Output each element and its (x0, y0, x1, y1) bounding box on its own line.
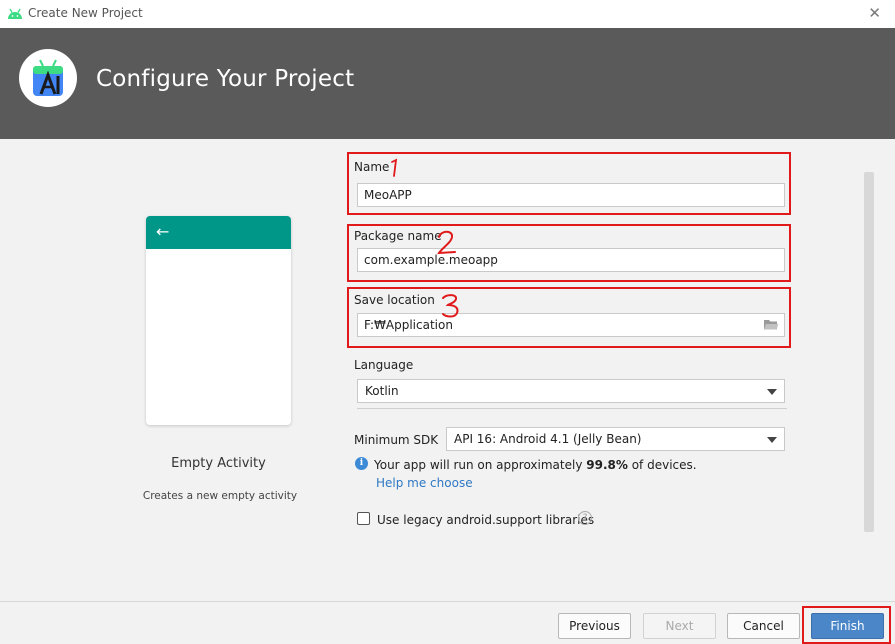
logo-container (19, 49, 77, 107)
preview-toolbar: ← (146, 216, 291, 249)
legacy-support-checkbox[interactable] (357, 512, 370, 525)
section-divider (357, 408, 787, 409)
language-value: Kotlin (365, 384, 399, 398)
info-suffix: of devices. (631, 458, 697, 472)
coverage-percent: 99.8% (586, 458, 628, 472)
finish-button[interactable]: Finish (811, 613, 884, 639)
help-me-choose-link[interactable]: Help me choose (376, 476, 473, 490)
template-preview: ← (146, 216, 291, 425)
template-description: Creates a new empty activity (142, 490, 298, 502)
annotation-number-1 (391, 158, 398, 177)
minimum-sdk-select[interactable]: API 16: Android 4.1 (Jelly Bean) (446, 427, 785, 451)
window-title: Create New Project (28, 6, 143, 20)
form-scrollbar[interactable] (864, 172, 874, 532)
name-input[interactable]: MeoAPP (357, 183, 785, 207)
window-titlebar: Create New Project ✕ (0, 0, 895, 28)
android-studio-icon (33, 59, 63, 96)
legacy-support-label[interactable]: Use legacy android.support libraries (377, 513, 594, 527)
package-name-label: Package name (354, 229, 442, 243)
page-title: Configure Your Project (96, 66, 355, 92)
question-mark-icon[interactable]: ? (578, 511, 592, 525)
header-banner: Configure Your Project (0, 28, 895, 139)
info-icon: i (355, 457, 368, 470)
device-coverage-text: Your app will run on approximately 99.8%… (374, 458, 697, 472)
back-arrow-icon: ← (156, 222, 170, 241)
chevron-down-icon (767, 437, 777, 443)
template-title: Empty Activity (171, 456, 266, 471)
name-label: Name (354, 160, 390, 174)
android-icon (8, 8, 22, 19)
folder-open-icon[interactable] (763, 318, 779, 331)
cancel-button[interactable]: Cancel (727, 613, 800, 639)
save-location-input[interactable]: F:₩Application (357, 313, 785, 337)
previous-button[interactable]: Previous (558, 613, 631, 639)
minimum-sdk-value: API 16: Android 4.1 (Jelly Bean) (454, 432, 642, 446)
package-name-input[interactable]: com.example.meoapp (357, 248, 785, 272)
save-location-label: Save location (354, 293, 435, 307)
language-select[interactable]: Kotlin (357, 379, 785, 403)
info-prefix: Your app will run on approximately (374, 458, 583, 472)
next-button[interactable]: Next (643, 613, 716, 639)
close-icon[interactable]: ✕ (868, 4, 881, 22)
language-label: Language (354, 358, 414, 372)
minimum-sdk-label: Minimum SDK (354, 433, 439, 447)
chevron-down-icon (767, 389, 777, 395)
